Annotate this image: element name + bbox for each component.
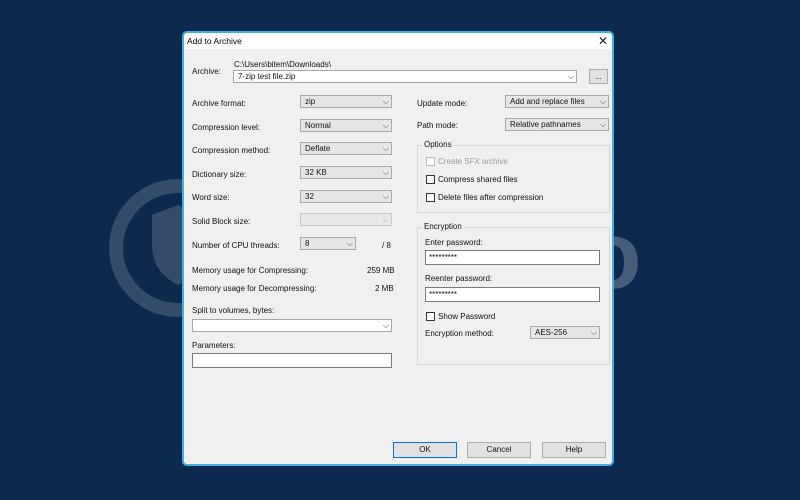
title-bar: Add to Archive ✕ xyxy=(184,33,612,49)
compress-shared-checkbox[interactable] xyxy=(426,175,435,184)
encryption-method-value: AES-256 xyxy=(535,328,568,337)
cpu-threads-value: 8 xyxy=(305,239,310,248)
chevron-down-icon: ⌵ xyxy=(346,239,353,248)
dictionary-size-select[interactable]: 32 KB ⌵ xyxy=(300,166,392,179)
reenter-password-input[interactable]: ********* xyxy=(425,287,600,302)
encryption-method-select[interactable]: AES-256 ⌵ xyxy=(530,326,600,339)
delete-after-label: Delete files after compression xyxy=(438,193,544,202)
chevron-down-icon: ⌵ xyxy=(382,321,389,330)
dialog-title: Add to Archive xyxy=(187,36,242,46)
update-mode-value: Add and replace files xyxy=(510,97,585,106)
chevron-down-icon: ⌵ xyxy=(382,192,389,201)
create-sfx-checkbox xyxy=(426,157,435,166)
chevron-down-icon: ⌵ xyxy=(382,144,389,153)
update-mode-label: Update mode: xyxy=(417,99,468,108)
cpu-threads-select[interactable]: 8 ⌵ xyxy=(300,237,356,250)
chevron-down-icon: ⌵ xyxy=(599,97,606,106)
encryption-method-label: Encryption method: xyxy=(425,329,494,338)
chevron-down-icon: ⌵ xyxy=(382,121,389,130)
dictionary-size-value: 32 KB xyxy=(305,168,327,177)
word-size-select[interactable]: 32 ⌵ xyxy=(300,190,392,203)
delete-after-checkbox[interactable] xyxy=(426,193,435,202)
compression-level-select[interactable]: Normal ⌵ xyxy=(300,119,392,132)
archive-format-value: zip xyxy=(305,97,316,106)
path-mode-select[interactable]: Relative pathnames ⌵ xyxy=(505,118,609,131)
compression-method-value: Deflate xyxy=(305,144,331,153)
archive-format-select[interactable]: zip ⌵ xyxy=(300,95,392,108)
options-title: Options xyxy=(422,140,454,149)
close-icon[interactable]: ✕ xyxy=(598,33,608,49)
enter-password-label: Enter password: xyxy=(425,238,483,247)
parameters-input[interactable] xyxy=(192,353,392,368)
reenter-password-label: Reenter password: xyxy=(425,274,493,283)
archive-path: C:\Users\bitem\Downloads\ xyxy=(234,60,331,69)
split-volumes-label: Split to volumes, bytes: xyxy=(192,306,275,315)
solid-block-size-select: ⌵ xyxy=(300,213,392,226)
compress-shared-label: Compress shared files xyxy=(438,175,518,184)
parameters-label: Parameters: xyxy=(192,341,236,350)
enter-password-input[interactable]: ********* xyxy=(425,250,600,265)
solid-block-size-label: Solid Block size: xyxy=(192,217,251,226)
cancel-button[interactable]: Cancel xyxy=(467,442,531,458)
word-size-value: 32 xyxy=(305,192,314,201)
compression-method-label: Compression method: xyxy=(192,146,271,155)
add-to-archive-dialog: Add to Archive ✕ Archive: C:\Users\bitem… xyxy=(182,31,614,466)
cpu-threads-label: Number of CPU threads: xyxy=(192,241,280,250)
compression-level-value: Normal xyxy=(305,121,331,130)
chevron-down-icon: ⌵ xyxy=(599,120,606,129)
show-password-checkbox[interactable] xyxy=(426,312,435,321)
dictionary-size-label: Dictionary size: xyxy=(192,170,247,179)
memory-decompress-label: Memory usage for Decompressing: xyxy=(192,284,317,293)
chevron-down-icon: ⌵ xyxy=(382,215,389,224)
show-password-label: Show Password xyxy=(438,312,496,321)
help-button[interactable]: Help xyxy=(542,442,606,458)
memory-compress-label: Memory usage for Compressing: xyxy=(192,266,309,275)
encryption-title: Encryption xyxy=(422,222,464,231)
compression-method-select[interactable]: Deflate ⌵ xyxy=(300,142,392,155)
chevron-down-icon: ⌵ xyxy=(382,168,389,177)
cpu-threads-total: / 8 xyxy=(382,241,391,250)
archive-filename-value: 7-zip test file.zip xyxy=(238,72,296,81)
compression-level-label: Compression level: xyxy=(192,123,261,132)
browse-button[interactable]: ... xyxy=(589,69,608,84)
archive-label: Archive: xyxy=(192,67,221,76)
chevron-down-icon: ⌵ xyxy=(590,328,597,337)
split-volumes-combo[interactable]: ⌵ xyxy=(192,319,392,332)
memory-decompress-value: 2 MB xyxy=(375,284,394,293)
ok-button[interactable]: OK xyxy=(393,442,457,458)
chevron-down-icon: ⌵ xyxy=(382,97,389,106)
archive-format-label: Archive format: xyxy=(192,99,246,108)
update-mode-select[interactable]: Add and replace files ⌵ xyxy=(505,95,609,108)
path-mode-value: Relative pathnames xyxy=(510,120,581,129)
memory-compress-value: 259 MB xyxy=(367,266,395,275)
archive-filename-combo[interactable]: 7-zip test file.zip ⌵ xyxy=(233,70,577,83)
chevron-down-icon: ⌵ xyxy=(567,72,574,81)
word-size-label: Word size: xyxy=(192,193,230,202)
path-mode-label: Path mode: xyxy=(417,121,458,130)
create-sfx-label: Create SFX archive xyxy=(438,157,508,166)
